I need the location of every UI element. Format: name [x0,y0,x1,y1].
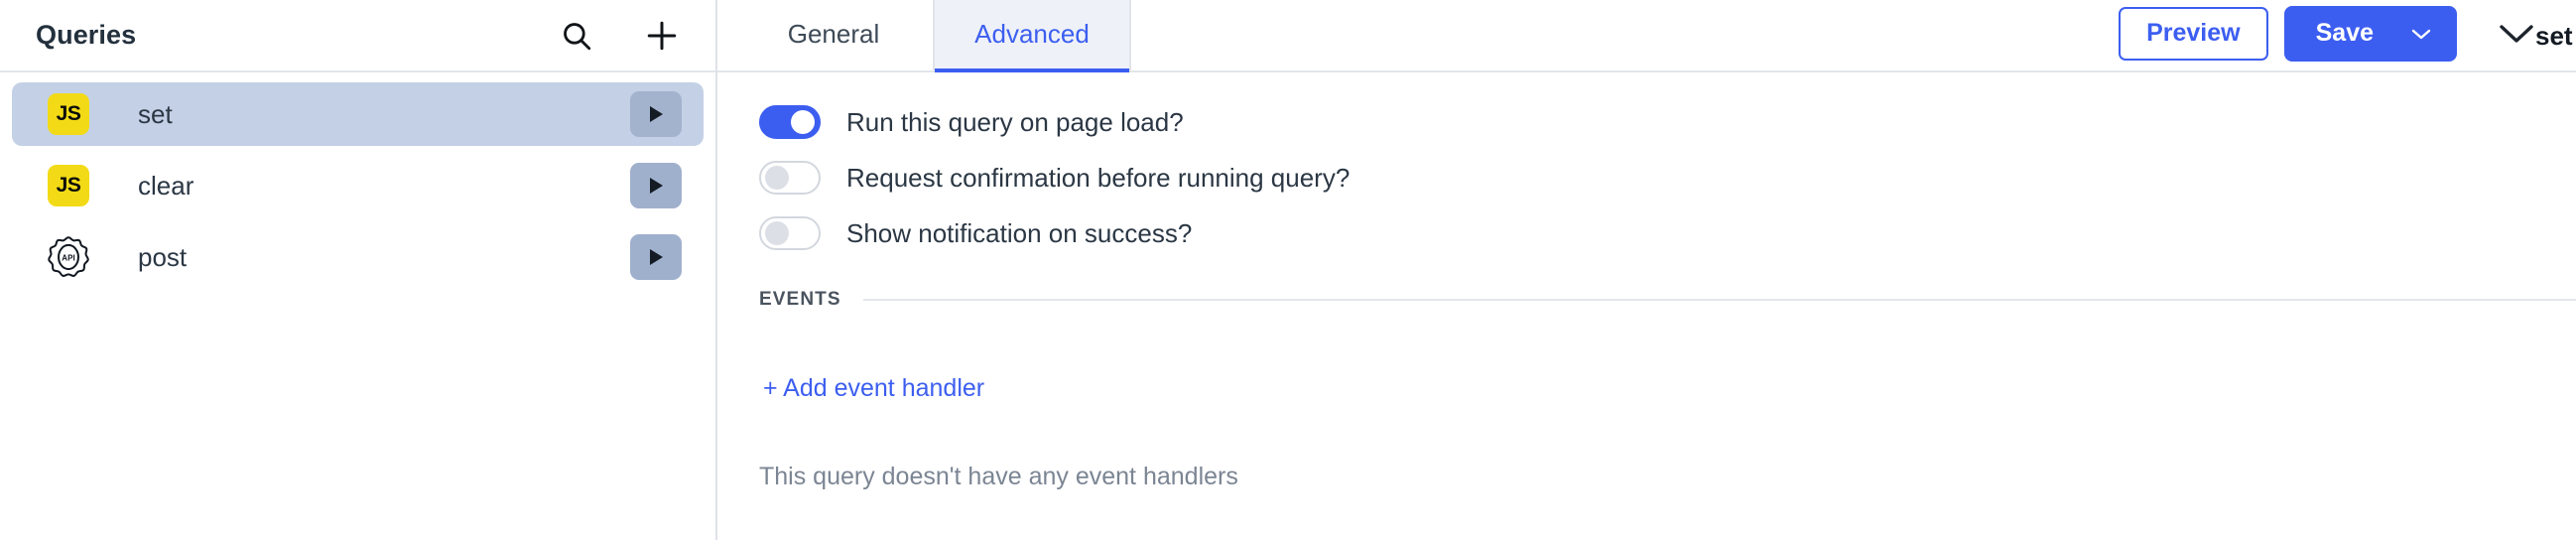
run-on-page-load-toggle[interactable] [759,105,821,139]
query-list: JS set JS clear API post [0,72,715,289]
js-icon-label: JS [48,165,89,206]
query-item-label: post [138,241,188,272]
page-title: set [2535,21,2573,51]
chevron-down-icon [2411,29,2431,39]
play-icon [650,249,663,265]
run-query-button[interactable] [630,163,682,208]
js-icon: JS [46,91,91,137]
api-icon: API [46,234,91,280]
toggle-knob [791,110,815,134]
tab-bar: General Advanced [734,0,1131,72]
setting-show-notification: Show notification on success? [737,205,2576,261]
run-query-button[interactable] [630,91,682,137]
section-divider [862,299,2576,301]
play-icon [650,178,663,194]
chevron-down-icon [2500,24,2533,43]
events-section-title: EVENTS [759,289,841,310]
js-icon-label: JS [48,93,89,135]
header-actions: Preview Save [2119,0,2546,70]
setting-label: Run this query on page load? [846,106,1184,137]
save-button-label: Save [2315,19,2374,47]
add-event-handler-button[interactable]: + Add event handler [763,374,984,403]
save-button[interactable]: Save [2283,5,2457,62]
query-list-item-set[interactable]: JS set [12,82,704,146]
request-confirmation-toggle[interactable] [759,161,821,195]
tab-general[interactable]: General [734,0,933,70]
svg-text:API: API [62,253,74,262]
query-list-item-post[interactable]: API post [12,225,704,289]
toggle-knob [765,221,789,245]
events-section-header: EVENTS [717,289,2576,311]
sidebar-header-actions [557,16,682,56]
queries-sidebar: Queries JS set JS clear API post [0,0,717,540]
tab-advanced[interactable]: Advanced [933,0,1131,72]
search-icon[interactable] [557,16,596,56]
detail-header: General Advanced set Preview Save [717,0,2576,72]
events-section: EVENTS + Add event handler This query do… [717,289,2576,491]
query-editor-window: Queries JS set JS clear API post General… [0,0,2576,540]
query-item-label: set [138,98,173,129]
advanced-settings-body: Run this query on page load? Request con… [717,72,2576,540]
events-empty-message: This query doesn't have any event handle… [759,463,1238,490]
run-query-button[interactable] [630,234,682,280]
add-icon[interactable] [642,16,682,56]
setting-run-on-page-load: Run this query on page load? [737,94,2576,150]
js-icon: JS [46,163,91,208]
toggle-knob [765,166,789,190]
setting-label: Request confirmation before running quer… [846,162,1351,193]
toggle-group: Run this query on page load? Request con… [717,94,2576,261]
setting-request-confirmation: Request confirmation before running quer… [737,150,2576,205]
query-detail-panel: General Advanced set Preview Save Run th… [717,0,2576,540]
query-item-label: clear [138,170,194,201]
query-list-item-clear[interactable]: JS clear [12,154,704,217]
sidebar-header: Queries [0,0,715,72]
play-icon [650,106,663,122]
preview-button[interactable]: Preview [2119,6,2268,61]
setting-label: Show notification on success? [846,217,1193,248]
show-notification-toggle[interactable] [759,216,821,250]
sidebar-title: Queries [36,20,137,50]
